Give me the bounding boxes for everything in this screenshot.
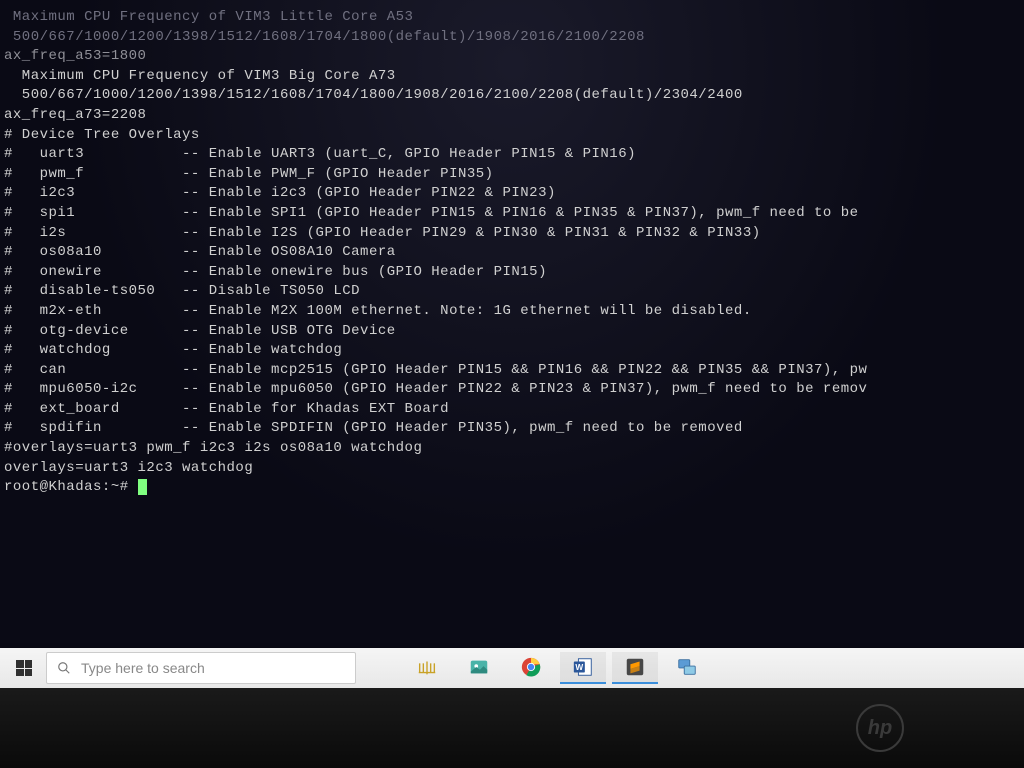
terminal-line: # onewire -- Enable onewire bus (GPIO He… bbox=[4, 263, 1024, 283]
terminal-line: # pwm_f -- Enable PWM_F (GPIO Header PIN… bbox=[4, 165, 1024, 185]
hp-logo: hp bbox=[856, 704, 904, 752]
taskbar-app-word[interactable]: W bbox=[560, 652, 606, 684]
word-icon: W bbox=[572, 656, 594, 678]
svg-text:W: W bbox=[575, 663, 583, 672]
terminal-line: # ext_board -- Enable for Khadas EXT Boa… bbox=[4, 400, 1024, 420]
taskbar-app-chrome[interactable] bbox=[508, 652, 554, 684]
terminal-line: Maximum CPU Frequency of VIM3 Big Core A… bbox=[4, 67, 1024, 87]
taskbar-app-photos[interactable] bbox=[456, 652, 502, 684]
prompt-text: root@Khadas:~# bbox=[4, 479, 138, 495]
terminal-line: # os08a10 -- Enable OS08A10 Camera bbox=[4, 243, 1024, 263]
remote-desktop-icon bbox=[676, 656, 698, 678]
windows-taskbar: Type here to search bbox=[0, 648, 1024, 688]
terminal-line: 500/667/1000/1200/1398/1512/1608/1704/18… bbox=[4, 28, 1024, 48]
terminal-line: # i2c3 -- Enable i2c3 (GPIO Header PIN22… bbox=[4, 184, 1024, 204]
start-button[interactable] bbox=[6, 652, 42, 684]
terminal-line: # m2x-eth -- Enable M2X 100M ethernet. N… bbox=[4, 302, 1024, 322]
taskbar-app-candle[interactable] bbox=[404, 652, 450, 684]
terminal-line: # disable-ts050 -- Disable TS050 LCD bbox=[4, 282, 1024, 302]
terminal-line: # spi1 -- Enable SPI1 (GPIO Header PIN15… bbox=[4, 204, 1024, 224]
terminal-cursor bbox=[138, 479, 147, 495]
terminal-line: # uart3 -- Enable UART3 (uart_C, GPIO He… bbox=[4, 145, 1024, 165]
terminal-output[interactable]: Maximum CPU Frequency of VIM3 Little Cor… bbox=[0, 0, 1024, 648]
sublime-icon bbox=[624, 656, 646, 678]
terminal-line: # watchdog -- Enable watchdog bbox=[4, 341, 1024, 361]
terminal-line: # Device Tree Overlays bbox=[4, 126, 1024, 146]
terminal-line: #overlays=uart3 pwm_f i2c3 i2s os08a10 w… bbox=[4, 439, 1024, 459]
terminal-line: ax_freq_a73=2208 bbox=[4, 106, 1024, 126]
terminal-line: # otg-device -- Enable USB OTG Device bbox=[4, 322, 1024, 342]
photos-icon bbox=[468, 656, 490, 678]
terminal-line: overlays=uart3 i2c3 watchdog bbox=[4, 459, 1024, 479]
search-placeholder: Type here to search bbox=[81, 660, 205, 676]
terminal-line: # i2s -- Enable I2S (GPIO Header PIN29 &… bbox=[4, 224, 1024, 244]
search-icon bbox=[57, 661, 71, 675]
terminal-line: 500/667/1000/1200/1398/1512/1608/1704/18… bbox=[4, 86, 1024, 106]
taskbar-app-remote[interactable] bbox=[664, 652, 710, 684]
terminal-line: ax_freq_a53=1800 bbox=[4, 47, 1024, 67]
terminal-line: # mpu6050-i2c -- Enable mpu6050 (GPIO He… bbox=[4, 380, 1024, 400]
taskbar-app-list: W bbox=[404, 652, 710, 684]
menorah-icon bbox=[416, 656, 438, 678]
terminal-prompt[interactable]: root@Khadas:~# bbox=[4, 478, 1024, 498]
laptop-bezel: hp bbox=[0, 688, 1024, 768]
terminal-line: # spdifin -- Enable SPDIFIN (GPIO Header… bbox=[4, 419, 1024, 439]
terminal-line: Maximum CPU Frequency of VIM3 Little Cor… bbox=[4, 8, 1024, 28]
windows-icon bbox=[16, 660, 32, 676]
taskbar-search[interactable]: Type here to search bbox=[46, 652, 356, 684]
chrome-icon bbox=[520, 656, 542, 678]
taskbar-app-sublime[interactable] bbox=[612, 652, 658, 684]
terminal-line: # can -- Enable mcp2515 (GPIO Header PIN… bbox=[4, 361, 1024, 381]
